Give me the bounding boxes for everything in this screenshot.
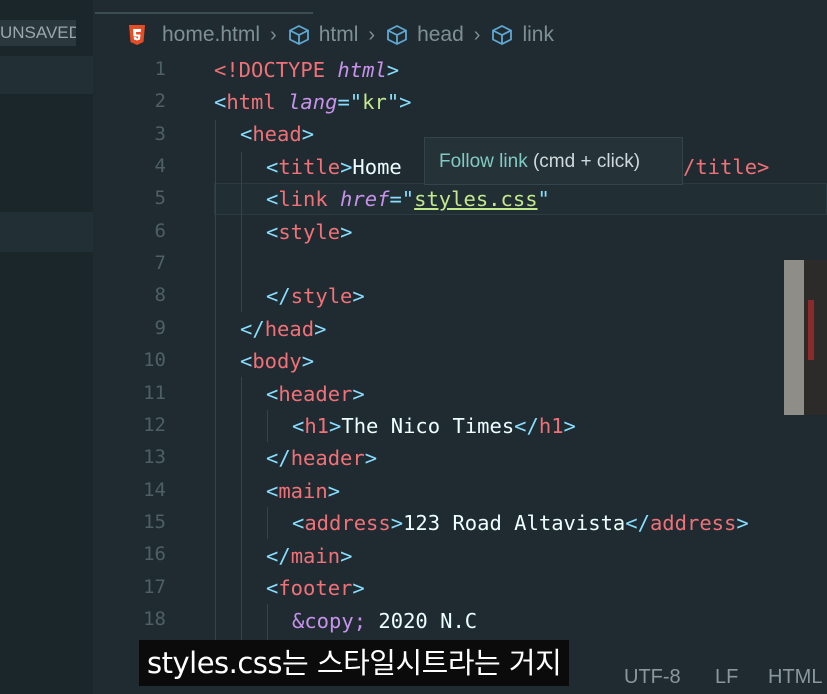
code-line-9: </head> — [240, 317, 327, 341]
status-encoding[interactable]: UTF-8 — [624, 666, 681, 689]
unsaved-badge: UNSAVED — [0, 20, 76, 46]
code-line-16: </main> — [266, 544, 353, 568]
indent-guide — [267, 410, 268, 442]
follow-link-hint: (cmd + click) — [527, 151, 641, 172]
sidebar-row-selected[interactable] — [0, 212, 93, 252]
code-line-11: <header> — [266, 382, 365, 406]
code-line-3: <head> — [240, 122, 315, 146]
code-line-17: <footer> — [266, 576, 365, 600]
line-number: 4 — [154, 155, 166, 177]
active-tab-indicator — [95, 12, 313, 14]
line-number: 11 — [143, 382, 166, 404]
code-line-10: <body> — [240, 349, 315, 373]
line-number: 13 — [143, 446, 166, 468]
code-line-4: <title>Home — [266, 155, 402, 179]
line-number: 12 — [143, 414, 166, 436]
line-number: 10 — [143, 349, 166, 371]
chevron-right-icon: › — [368, 23, 376, 46]
line-number: 18 — [143, 608, 166, 630]
cube-icon — [492, 24, 513, 46]
indent-guide — [267, 507, 268, 539]
code-line-14: <main> — [266, 479, 341, 503]
indent-guide — [267, 604, 268, 640]
follow-link-action[interactable]: Follow link — [439, 151, 528, 172]
breadcrumb-file[interactable]: home.html — [162, 23, 260, 47]
code-line-1: <!DOCTYPE html> — [214, 58, 400, 82]
html5-icon — [129, 25, 145, 45]
breadcrumb: home.html › html › head › link — [128, 20, 554, 50]
chevron-right-icon: › — [270, 23, 277, 46]
line-number: 9 — [154, 317, 166, 339]
code-line-15: <address>123 Road Altavista</address> — [292, 511, 749, 535]
line-number: 3 — [154, 123, 166, 145]
code-line-4-tail: /title> — [683, 155, 770, 179]
webcam-background — [784, 260, 804, 415]
line-number: 1 — [154, 58, 166, 80]
line-number: 7 — [154, 252, 166, 274]
code-line-5: <link href="styles.css" — [266, 187, 550, 211]
breadcrumb-item-html[interactable]: html — [319, 23, 359, 47]
webcam-overlay — [784, 260, 827, 415]
editor-pane[interactable] — [93, 0, 827, 694]
styles-link[interactable]: styles.css — [414, 187, 537, 211]
follow-link-tooltip: Follow link (cmd + click) — [424, 137, 683, 185]
code-line-8: </style> — [266, 284, 365, 308]
code-line-2: <html lang="kr"> — [214, 90, 412, 114]
line-number: 5 — [154, 187, 166, 209]
breadcrumb-item-head[interactable]: head — [417, 23, 464, 47]
cube-icon — [387, 24, 407, 46]
chevron-right-icon: › — [473, 23, 481, 46]
code-line-12: <h1>The Nico Times</h1> — [292, 414, 576, 438]
code-line-18: &copy; 2020 N.C — [292, 609, 478, 633]
code-line-13: </header> — [266, 446, 378, 470]
line-number: 6 — [154, 220, 166, 242]
indent-guide — [215, 120, 216, 640]
indent-guide — [241, 152, 242, 312]
line-number: 16 — [143, 543, 166, 565]
code-line-6: <style> — [266, 220, 353, 244]
indent-guide — [241, 377, 242, 640]
line-number: 17 — [143, 576, 166, 598]
line-number: 14 — [143, 479, 166, 501]
breadcrumb-item-link[interactable]: link — [522, 23, 554, 47]
explorer-sidebar: UNSAVED — [0, 0, 93, 694]
status-eol[interactable]: LF — [715, 666, 738, 689]
video-subtitle: styles.css는 스타일시트라는 거지 — [139, 640, 570, 686]
line-number: 8 — [154, 284, 166, 306]
status-language[interactable]: HTML — [768, 666, 822, 689]
sidebar-row[interactable] — [0, 56, 93, 94]
line-number: 15 — [143, 511, 166, 533]
cube-icon — [288, 24, 309, 46]
webcam-books — [808, 300, 814, 360]
line-number: 2 — [154, 90, 166, 112]
